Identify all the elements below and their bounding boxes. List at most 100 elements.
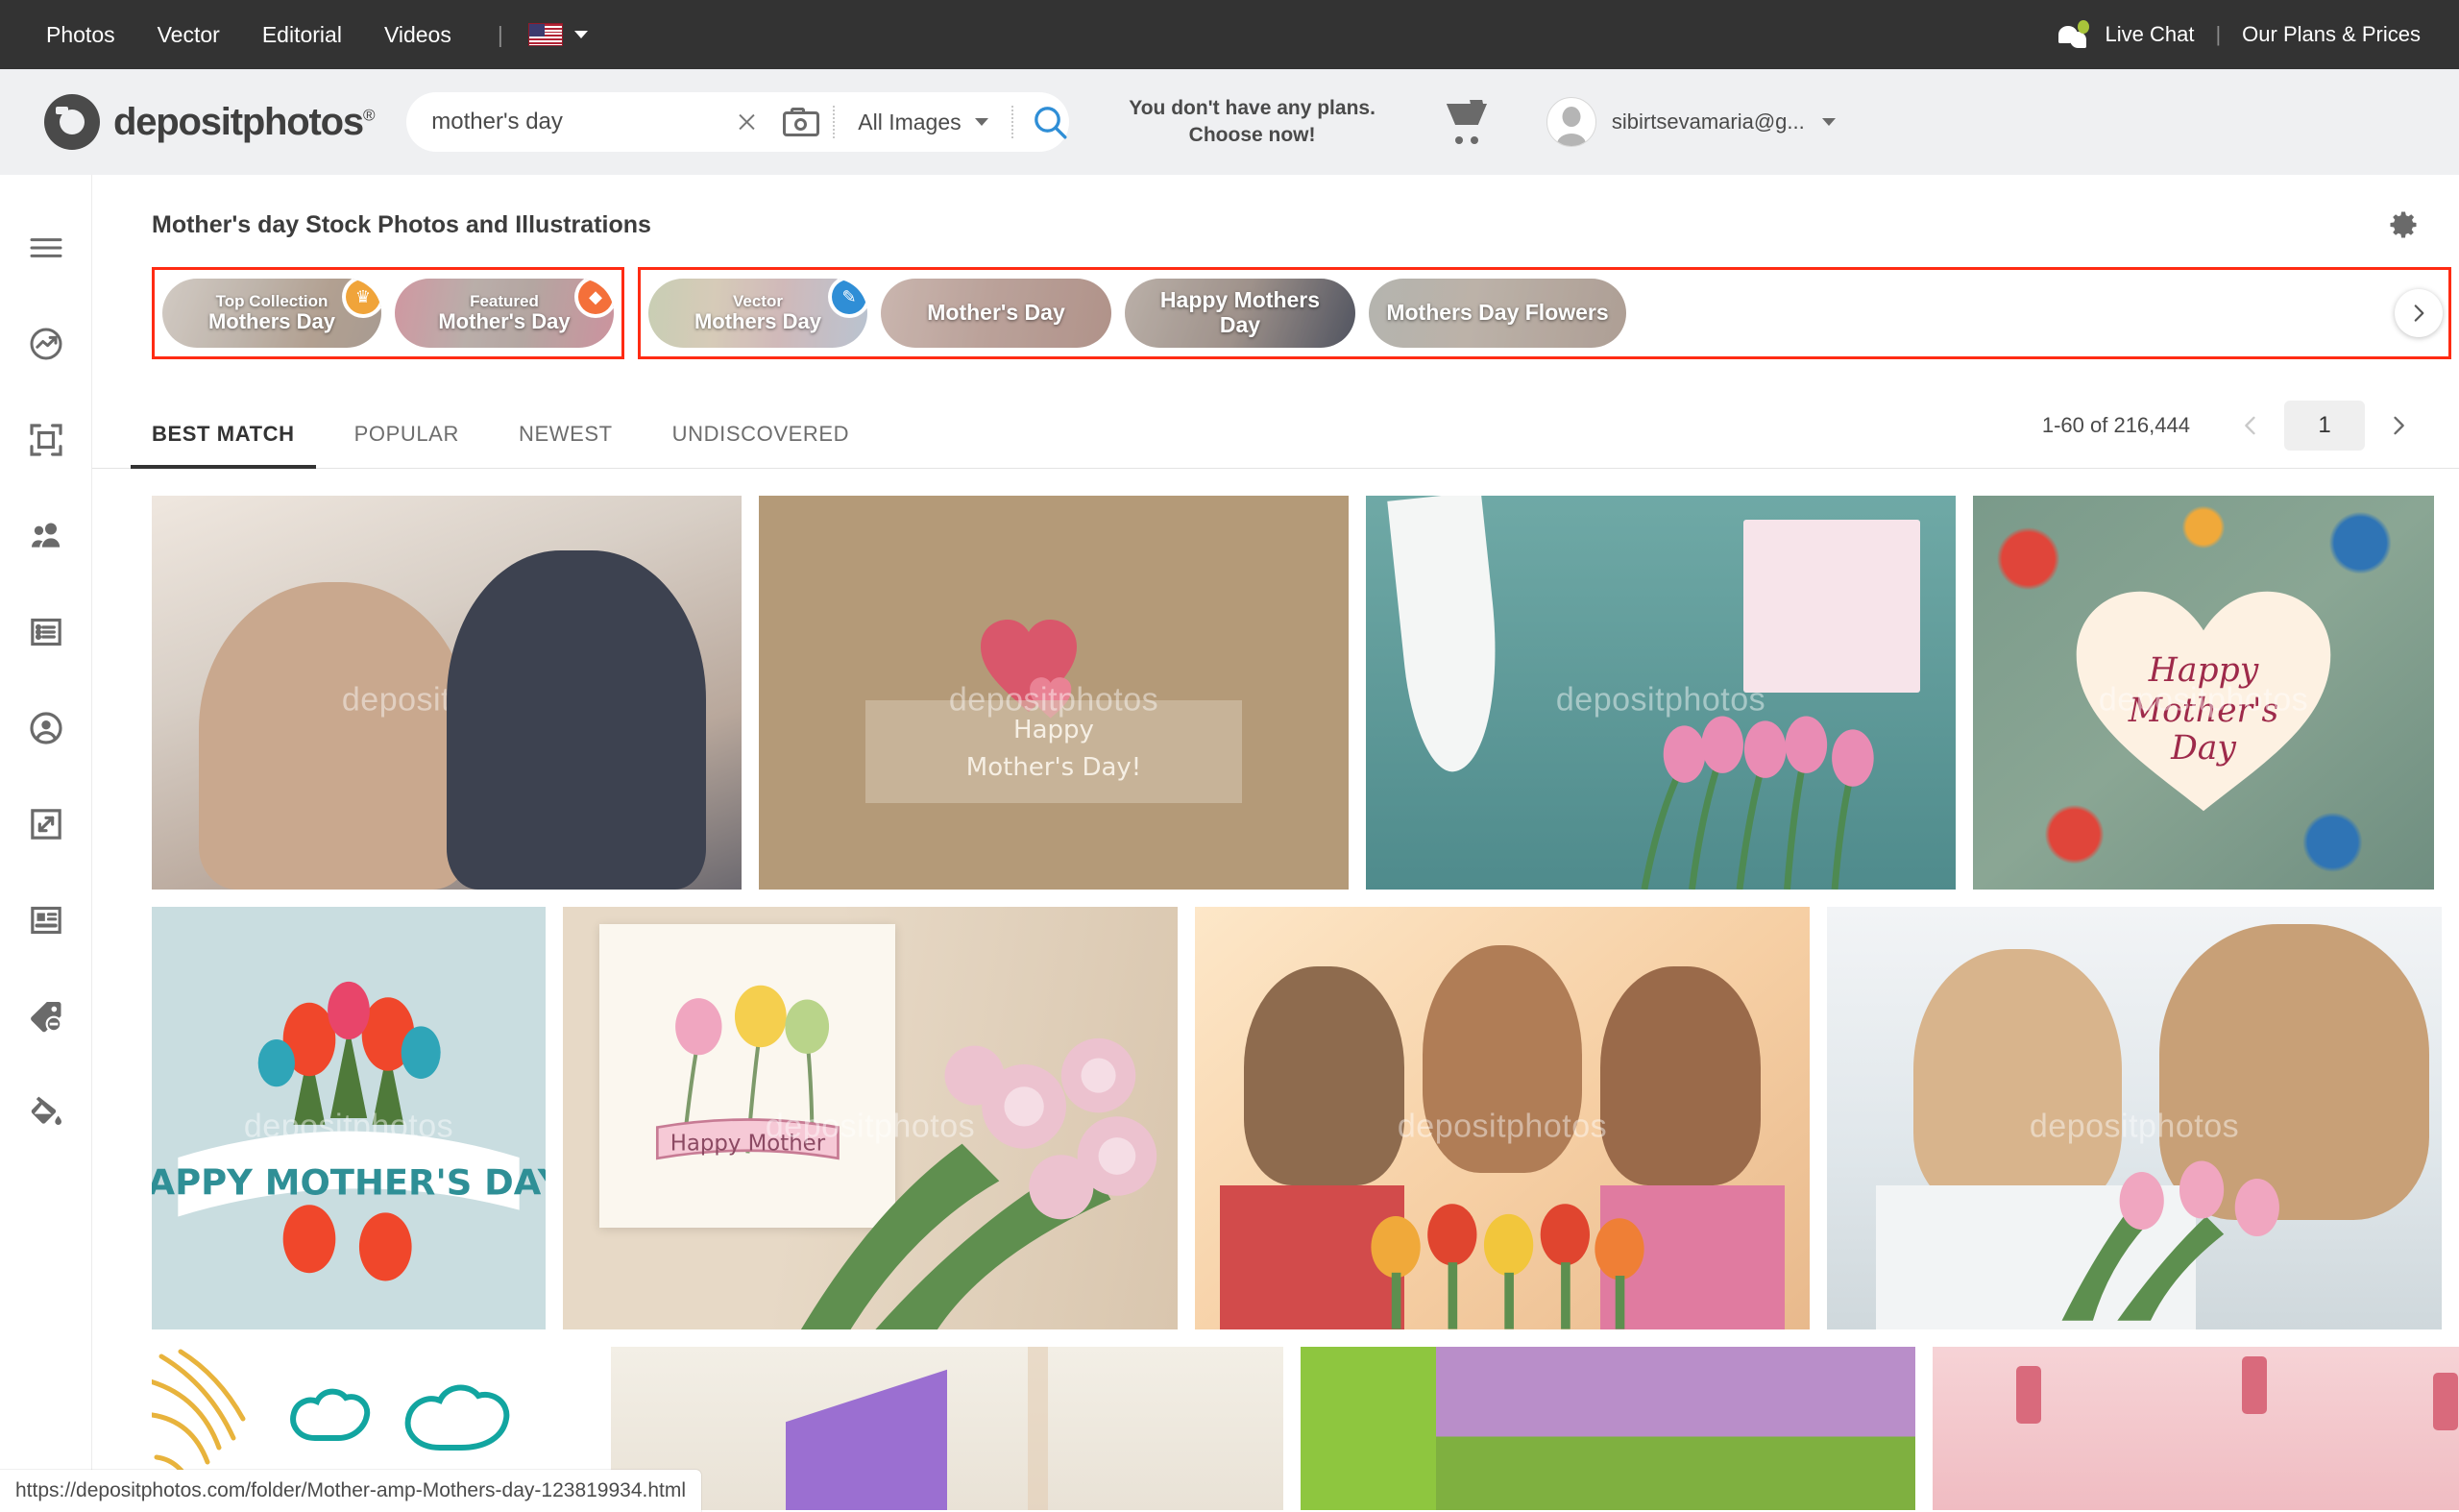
plans-and-prices-link[interactable]: Our Plans & Prices: [2242, 22, 2421, 47]
nav-link-vector[interactable]: Vector: [136, 23, 241, 46]
logo-wordmark: depositphotos®: [113, 100, 376, 143]
svg-text:HAPPY MOTHER'S DAY!: HAPPY MOTHER'S DAY!: [152, 1161, 546, 1203]
image-type-value: All Images: [858, 109, 962, 134]
diamond-icon: ◆: [574, 279, 614, 318]
pen-icon: ✎: [828, 279, 867, 318]
results-count: 1-60 of 216,444: [2041, 413, 2190, 437]
left-sidebar: [0, 175, 92, 1512]
cart-icon[interactable]: [1443, 100, 1493, 144]
image-results-grid: depositphotos Happy Mother's Day! deposi…: [92, 469, 2459, 1510]
collection-pill-vector-mothers-day[interactable]: Vector Mothers Day ✎: [648, 279, 867, 348]
live-chat-link[interactable]: Live Chat: [2105, 22, 2194, 47]
result-thumbnail[interactable]: depositphotos: [1366, 496, 1956, 890]
tulips-artwork: [1641, 716, 1874, 890]
close-icon[interactable]: [729, 105, 764, 139]
collection-pill-top-collection[interactable]: Top Collection Mothers Day ♛: [162, 279, 381, 348]
avatar: [1546, 97, 1596, 147]
collection-pill-featured[interactable]: Featured Mother's Day ◆: [395, 279, 614, 348]
nav-link-editorial[interactable]: Editorial: [241, 23, 363, 46]
resize-icon: [30, 809, 61, 840]
chevron-left-icon[interactable]: [2228, 403, 2273, 448]
nav-divider: |: [497, 21, 503, 47]
collection-pill-title: Mothers Day: [207, 309, 336, 334]
result-thumbnail[interactable]: Happy Mother's Day! depositphotos: [759, 496, 1349, 890]
result-thumbnail[interactable]: depositphotos: [1195, 907, 1810, 1329]
chat-bubble-icon: [2058, 20, 2091, 49]
status-url: https://depositphotos.com/folder/Mother-…: [15, 1479, 687, 1501]
result-thumbnail[interactable]: depositphotos: [1827, 907, 2442, 1329]
search-bar: All Images: [406, 92, 1070, 152]
sort-tabs-row: BEST MATCH POPULAR NEWEST UNDISCOVERED 1…: [92, 396, 2459, 469]
us-flag-icon: [527, 23, 563, 46]
list-icon: [30, 618, 61, 646]
layout-icon: [30, 906, 61, 935]
top-right-actions: Live Chat | Our Plans & Prices: [2058, 20, 2421, 49]
floral-banner-artwork: HAPPY MOTHER'S DAY!: [152, 981, 546, 1281]
page-body: Mother's day Stock Photos and Illustrati…: [0, 175, 2459, 1512]
account-menu[interactable]: sibirtsevamaria@g...: [1546, 97, 1836, 147]
top-navigation-bar: Photos Vector Editorial Videos | Live Ch…: [0, 0, 2459, 69]
nav-link-photos[interactable]: Photos: [46, 23, 136, 46]
sidebar-item-crop[interactable]: [0, 392, 92, 488]
current-page[interactable]: 1: [2284, 401, 2365, 451]
pagination: 1-60 of 216,444 1: [2042, 401, 2421, 468]
collection-pill-mothers-day[interactable]: Mother's Day: [881, 279, 1111, 348]
plans-promo-line1: You don't have any plans.: [1129, 96, 1376, 119]
sidebar-item-layout[interactable]: [0, 872, 92, 968]
sidebar-item-exclude-tag[interactable]: [0, 968, 92, 1064]
sidebar-item-menu[interactable]: [0, 200, 92, 296]
depositphotos-logo[interactable]: depositphotos®: [44, 94, 376, 150]
browser-status-bar: https://depositphotos.com/folder/Mother-…: [0, 1470, 702, 1512]
tag-remove-icon: [30, 1002, 61, 1033]
image-type-select[interactable]: All Images: [835, 110, 1010, 135]
gear-icon[interactable]: [2386, 207, 2421, 242]
plans-promo[interactable]: You don't have any plans. Choose now!: [1129, 95, 1376, 150]
sidebar-item-list[interactable]: [0, 584, 92, 680]
site-header: depositphotos® All Images You don't have…: [0, 69, 2459, 175]
search-button[interactable]: [1013, 98, 1086, 146]
paint-bucket-icon: [31, 1096, 61, 1125]
result-thumbnail[interactable]: Happy Mother's Day depositphotos: [1973, 496, 2434, 890]
collections-carousel: Top Collection Mothers Day ♛ Featured Mo…: [92, 267, 2459, 359]
chevron-right-icon[interactable]: [2395, 289, 2443, 337]
result-thumbnail[interactable]: Happy Mother depositphotos: [563, 907, 1178, 1329]
image-caption: Happy Mother's Day!: [965, 716, 1142, 783]
page-title-row: Mother's day Stock Photos and Illustrati…: [92, 175, 2459, 242]
result-thumbnail[interactable]: [611, 1347, 1283, 1510]
tab-best-match[interactable]: BEST MATCH: [131, 422, 316, 469]
collection-pill-happy-mothers-day[interactable]: Happy Mothers Day: [1125, 279, 1355, 348]
sidebar-item-resize[interactable]: [0, 776, 92, 872]
sidebar-item-trending[interactable]: [0, 296, 92, 392]
tab-popular[interactable]: POPULAR: [354, 422, 459, 468]
sidebar-item-people[interactable]: [0, 488, 92, 584]
tab-newest[interactable]: NEWEST: [519, 422, 613, 468]
collection-pill-title: Happy Mothers Day: [1159, 287, 1321, 337]
sidebar-item-color[interactable]: [0, 1064, 92, 1160]
page-title: Mother's day Stock Photos and Illustrati…: [152, 210, 651, 238]
language-selector[interactable]: [527, 23, 588, 46]
menu-icon: [30, 238, 61, 257]
trending-icon: [30, 328, 61, 360]
chevron-right-icon[interactable]: [2376, 403, 2421, 448]
collection-pill-mothers-day-flowers[interactable]: Mothers Day Flowers: [1369, 279, 1626, 348]
collection-pill-kicker: Top Collection: [215, 292, 329, 311]
result-thumbnail[interactable]: [1933, 1347, 2459, 1510]
search-input[interactable]: [431, 109, 730, 135]
plans-promo-line2: Choose now!: [1188, 124, 1316, 146]
camera-icon[interactable]: [783, 108, 820, 136]
main-content: Mother's day Stock Photos and Illustrati…: [92, 175, 2459, 1512]
top-nav-links: Photos Vector Editorial Videos: [46, 23, 473, 46]
sidebar-item-account[interactable]: [0, 680, 92, 776]
result-thumbnail[interactable]: depositphotos: [152, 496, 742, 890]
account-icon: [29, 712, 62, 744]
result-thumbnail[interactable]: [1301, 1347, 1915, 1510]
svg-text:Day: Day: [2170, 729, 2236, 768]
tab-undiscovered[interactable]: UNDISCOVERED: [672, 422, 849, 468]
chevron-down-icon: [974, 118, 988, 126]
collection-pill-title: Mother's Day: [927, 300, 1065, 326]
people-icon: [31, 523, 60, 548]
account-email: sibirtsevamaria@g...: [1611, 110, 1805, 134]
nav-link-videos[interactable]: Videos: [363, 23, 473, 46]
result-thumbnail[interactable]: HAPPY MOTHER'S DAY! depositphotos: [152, 907, 546, 1329]
tulips-artwork: [2061, 1160, 2279, 1322]
